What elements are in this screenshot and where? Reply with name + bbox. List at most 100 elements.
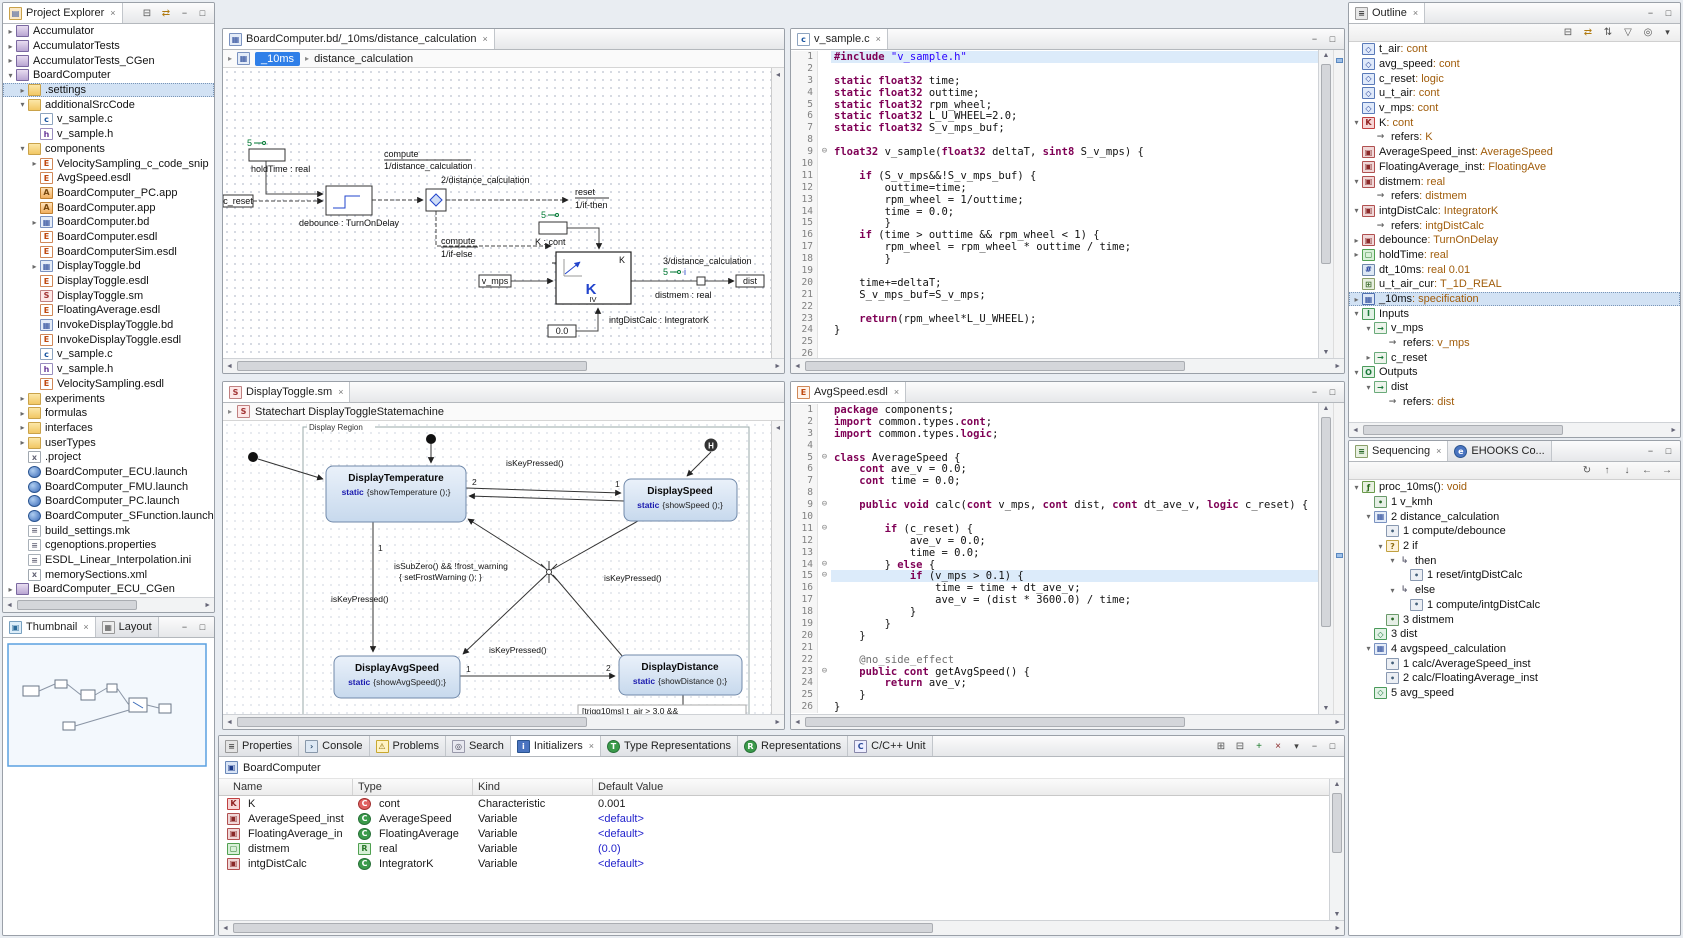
column-header-default-value[interactable]: Default Value xyxy=(593,779,1344,795)
tree-expanded-arrow-icon[interactable]: ▾ xyxy=(1387,556,1398,565)
outline-item-refers[interactable]: →refers : distmem xyxy=(1349,189,1680,204)
tree-collapsed-arrow-icon[interactable]: ▸ xyxy=(1363,353,1374,362)
code-line[interactable]: 18 } xyxy=(791,606,1318,618)
seq-item-3-dist[interactable]: ◇3 dist xyxy=(1349,627,1680,642)
scroll-left-icon[interactable]: ◄ xyxy=(222,925,229,932)
distmem-node[interactable] xyxy=(697,277,705,285)
tree-collapsed-arrow-icon[interactable]: ▸ xyxy=(5,56,16,65)
seq-item-4-avgspeed-calculation[interactable]: ▾▦4 avgspeed_calculation xyxy=(1349,642,1680,657)
code-line[interactable]: 17 rpm_wheel = rpm_wheel * outtime / tim… xyxy=(791,241,1318,253)
code-line[interactable]: 22 xyxy=(791,301,1318,313)
pe-item-v-sample-h[interactable]: hv_sample.h xyxy=(3,127,214,142)
fold-collapse-icon[interactable]: ⊖ xyxy=(818,499,831,511)
move-left-icon[interactable]: ← xyxy=(1639,463,1655,478)
pe-item-boardcomputer-bd[interactable]: ▸▦BoardComputer.bd xyxy=(3,215,214,230)
maximize-icon[interactable]: □ xyxy=(1661,445,1676,458)
code-line[interactable]: 9⊖float32 v_sample(float32 deltaT, sint8… xyxy=(791,146,1318,158)
pe-item-invokedisplaytoggle-esdl[interactable]: EInvokeDisplayToggle.esdl xyxy=(3,332,214,347)
pe-item-boardcomputer-fmu-launch[interactable]: BoardComputer_FMU.launch xyxy=(3,479,214,494)
code-line[interactable]: 2import common.types.cont; xyxy=(791,416,1318,428)
focus-icon[interactable]: ◎ xyxy=(1640,25,1656,40)
outline-item-c-reset[interactable]: ▸→c_reset xyxy=(1349,350,1680,365)
code-line[interactable]: 21 S_v_mps_buf=S_v_mps; xyxy=(791,289,1318,301)
close-icon[interactable]: × xyxy=(1436,446,1441,456)
pe-item-invokedisplaytoggle-bd[interactable]: ▦InvokeDisplayToggle.bd xyxy=(3,318,214,333)
scroll-down-icon[interactable]: ▼ xyxy=(1323,349,1330,356)
trigger-label-box[interactable]: [trigg10ms] t_air > 3.0 && xyxy=(578,705,746,714)
breadcrumb-expand-icon[interactable]: ▸ xyxy=(228,54,232,63)
code-line[interactable]: 8 xyxy=(791,487,1318,499)
minimize-icon[interactable]: − xyxy=(1307,386,1322,399)
seq-item-1-compute-debounce[interactable]: •1 compute/debounce xyxy=(1349,524,1680,539)
horizontal-scrollbar[interactable]: ◄ ► xyxy=(3,597,214,612)
tree-expanded-arrow-icon[interactable]: ▾ xyxy=(1351,118,1362,127)
code-line[interactable]: 13 time = 0.0; xyxy=(791,547,1318,559)
scroll-left-icon[interactable]: ◄ xyxy=(794,719,801,726)
pe-item-memorysections-xml[interactable]: xmemorySections.xml xyxy=(3,567,214,582)
pe-item-avgspeed-esdl[interactable]: EAvgSpeed.esdl xyxy=(3,171,214,186)
cell-default-value[interactable]: <default> xyxy=(593,828,1344,840)
code-line[interactable]: 10 xyxy=(791,511,1318,523)
seq-item-1-calc-averagespeed-inst[interactable]: •1 calc/AverageSpeed_inst xyxy=(1349,656,1680,671)
outline-item-avg-speed[interactable]: ◇avg_speed : cont xyxy=(1349,57,1680,72)
outline-item-outputs[interactable]: ▾OOutputs xyxy=(1349,365,1680,380)
close-icon[interactable]: × xyxy=(338,387,343,397)
close-icon[interactable]: × xyxy=(483,34,488,44)
tree-expanded-arrow-icon[interactable]: ▾ xyxy=(1363,324,1374,333)
breadcrumb-item-distance-calculation[interactable]: distance_calculation xyxy=(314,53,413,65)
tree-expanded-arrow-icon[interactable]: ▾ xyxy=(5,71,16,80)
maximize-icon[interactable]: □ xyxy=(1325,33,1340,46)
outline-item-k[interactable]: ▾KK : cont xyxy=(1349,115,1680,130)
code-line[interactable]: 14⊖ } else { xyxy=(791,559,1318,571)
tab-c-c-unit[interactable]: CC/C++ Unit xyxy=(848,736,932,756)
pe-item-boardcomputer-esdl[interactable]: EBoardComputer.esdl xyxy=(3,230,214,245)
horizontal-scrollbar[interactable]: ◄ ► xyxy=(1349,422,1680,437)
pe-item-experiments[interactable]: ▸experiments xyxy=(3,391,214,406)
code-line[interactable]: 14 time = 0.0; xyxy=(791,206,1318,218)
palette-collapse-icon[interactable]: ◂ xyxy=(776,70,780,79)
close-icon[interactable]: × xyxy=(83,622,88,632)
tab-representations[interactable]: RRepresentations xyxy=(738,736,848,756)
code-line[interactable]: 15 } xyxy=(791,217,1318,229)
outline-item-refers[interactable]: →refers : K xyxy=(1349,130,1680,145)
tree-collapsed-arrow-icon[interactable]: ▸ xyxy=(29,262,40,271)
scroll-left-icon[interactable]: ◄ xyxy=(1352,427,1359,434)
tree-collapsed-arrow-icon[interactable]: ▸ xyxy=(29,218,40,227)
code-line[interactable]: 9⊖ public void calc(cont v_mps, cont dis… xyxy=(791,499,1318,511)
tab-project-explorer[interactable]: ▤ Project Explorer × xyxy=(3,3,123,23)
scroll-up-icon[interactable]: ▲ xyxy=(1334,781,1341,788)
minimize-icon[interactable]: − xyxy=(177,621,192,634)
link-with-editor-icon[interactable]: ⇄ xyxy=(158,6,174,21)
tab-sequencing[interactable]: ≡ Sequencing × xyxy=(1349,441,1448,461)
scroll-right-icon[interactable]: ► xyxy=(1334,719,1341,726)
tree-expanded-arrow-icon[interactable]: ▾ xyxy=(1351,177,1362,186)
minimize-icon[interactable]: − xyxy=(177,7,192,20)
code-line[interactable]: 17 ave_v = (dist * 3600.0) / time; xyxy=(791,594,1318,606)
code-line[interactable]: 7static float32 S_v_mps_buf; xyxy=(791,122,1318,134)
code-line[interactable]: 10 xyxy=(791,158,1318,170)
maximize-icon[interactable]: □ xyxy=(195,7,210,20)
scroll-right-icon[interactable]: ► xyxy=(774,719,781,726)
pe-item-accumulatortests[interactable]: ▸AccumulatorTests xyxy=(3,39,214,54)
tree-expanded-arrow-icon[interactable]: ▾ xyxy=(1387,586,1398,595)
outline-item-distmem[interactable]: ▾▣distmem : real xyxy=(1349,174,1680,189)
seq-item-3-distmem[interactable]: •3 distmem xyxy=(1349,612,1680,627)
initializer-row-distmem[interactable]: ▢distmemRrealVariable(0.0) xyxy=(219,841,1344,856)
seq-item-proc-10ms[interactable]: ▾ƒproc_10ms() : void xyxy=(1349,480,1680,495)
link-with-editor-icon[interactable]: ⇄ xyxy=(1580,25,1596,40)
cell-default-value[interactable]: <default> xyxy=(593,813,1344,825)
tree-expanded-arrow-icon[interactable]: ▾ xyxy=(1351,206,1362,215)
pe-item-boardcomputer-pc-app[interactable]: ABoardComputer_PC.app xyxy=(3,186,214,201)
scroll-right-icon[interactable]: ► xyxy=(1670,427,1677,434)
outline-item-u-t-air[interactable]: ◇u_t_air : cont xyxy=(1349,86,1680,101)
code-line[interactable]: 4 xyxy=(791,440,1318,452)
code-line[interactable]: 5⊖class AverageSpeed { xyxy=(791,452,1318,464)
code-line[interactable]: 6static float32 L_U_WHEEL=2.0; xyxy=(791,110,1318,122)
fold-collapse-icon[interactable]: ⊖ xyxy=(818,559,831,571)
code-line[interactable]: 1package components; xyxy=(791,404,1318,416)
code-line[interactable]: 11⊖ if (c_reset) { xyxy=(791,523,1318,535)
code-line[interactable]: 22 @no_side_effect xyxy=(791,654,1318,666)
move-right-icon[interactable]: → xyxy=(1659,463,1675,478)
collapse-all-icon[interactable]: ⊟ xyxy=(1560,25,1576,40)
horizontal-scrollbar[interactable]: ◄ ► xyxy=(791,714,1344,729)
